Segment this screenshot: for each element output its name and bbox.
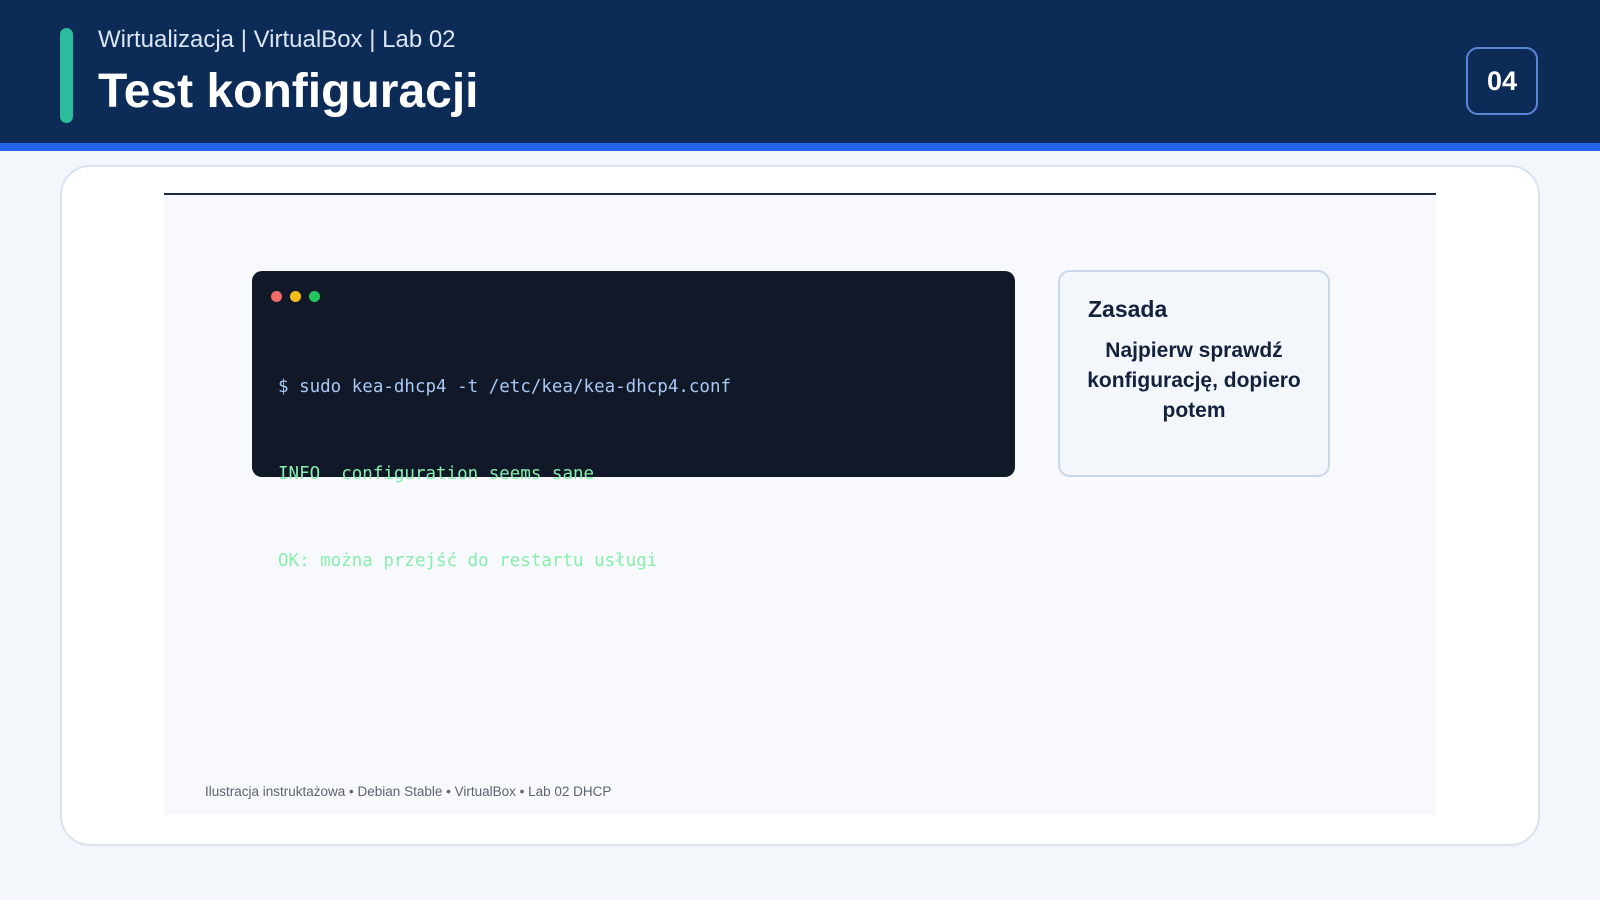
title-accent-bar [60,28,73,123]
close-dot-icon [271,291,282,302]
slide-subtitle: Wirtualizacja | VirtualBox | Lab 02 [98,26,456,53]
terminal-ok-line: OK: można przejść do restartu usługi [278,551,658,571]
terminal-output: $ sudo kea-dhcp4 -t /etc/kea/kea-dhcp4.c… [278,315,731,634]
rule-note-card: Zasada Najpierw sprawdź konfigurację, do… [1058,270,1330,477]
terminal-window: $ sudo kea-dhcp4 -t /etc/kea/kea-dhcp4.c… [252,271,1015,571]
maximize-dot-icon [309,291,320,302]
canvas-top-rule [164,193,1436,195]
terminal-command-line: $ sudo kea-dhcp4 -t /etc/kea/kea-dhcp4.c… [278,377,732,397]
minimize-dot-icon [290,291,301,302]
illustration-caption: Ilustracja instruktażowa • Debian Stable… [205,784,612,799]
illustration-canvas: $ sudo kea-dhcp4 -t /etc/kea/kea-dhcp4.c… [164,193,1436,815]
header-accent-stripe [0,143,1600,151]
terminal-info-line: INFO configuration seems sane [278,464,595,484]
note-heading: Zasada [1088,296,1168,322]
slide-number-badge: 04 [1466,47,1538,115]
slide-title: Test konfiguracji [98,65,479,118]
note-body: Najpierw sprawdź konfigurację, dopiero p… [1087,339,1301,422]
